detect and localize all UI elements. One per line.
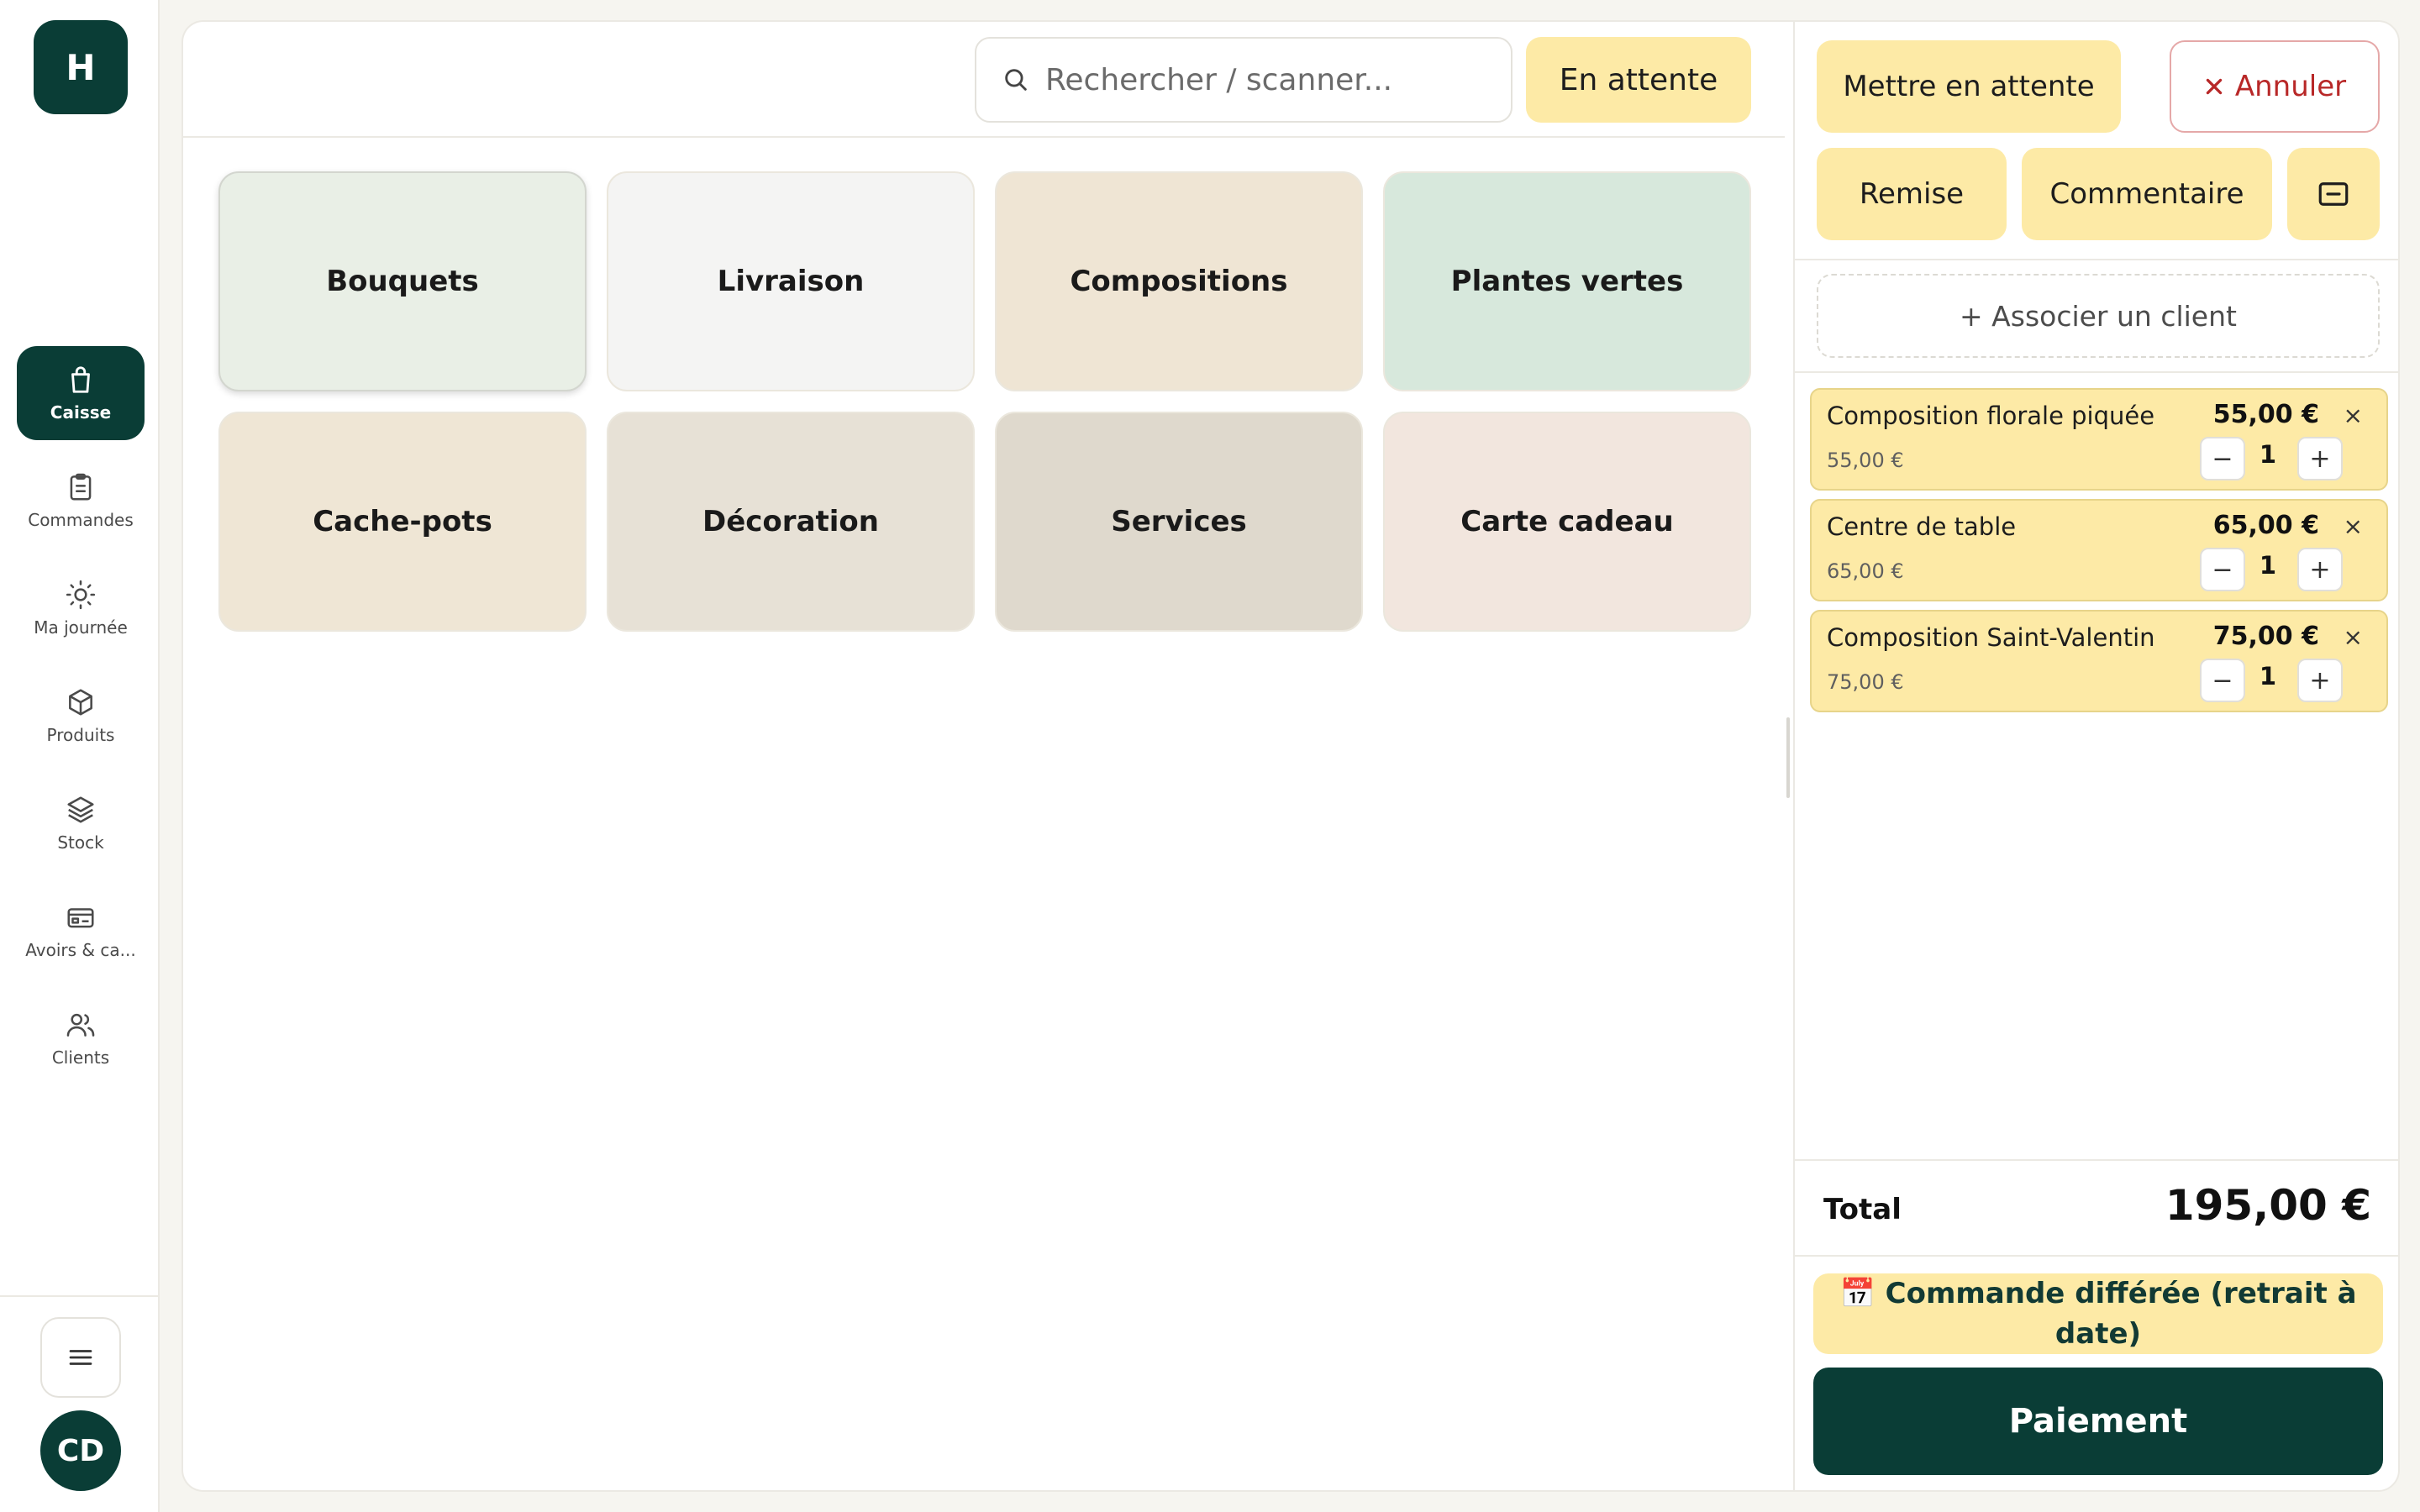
panel-resize-handle[interactable]	[1786, 717, 1790, 798]
associate-client-button[interactable]: + Associer un client	[1817, 274, 2380, 358]
payment-button[interactable]: Paiement	[1813, 1368, 2383, 1475]
sidebar: H Caisse Commandes Ma journée Produits S…	[0, 0, 160, 1512]
cart-divider	[1795, 371, 2398, 373]
minus-box-icon	[2318, 182, 2349, 206]
cart-line-item: Composition Saint-Valentin 75,00 € × 75,…	[1810, 610, 2388, 712]
box-icon	[69, 689, 92, 716]
decrease-qty-button[interactable]: −	[2200, 659, 2245, 702]
app-logo[interactable]: H	[34, 20, 128, 114]
menu-button[interactable]	[40, 1317, 121, 1398]
card-icon	[67, 908, 94, 928]
users-icon	[66, 1013, 95, 1037]
user-avatar[interactable]: CD	[40, 1410, 121, 1491]
item-total: 55,00 €	[2212, 400, 2319, 429]
hamburger-icon	[69, 1350, 92, 1365]
header-divider	[183, 136, 1785, 138]
sidebar-item-produits[interactable]: Produits	[17, 669, 145, 763]
item-name: Centre de table	[1827, 512, 2017, 541]
cart-line-item: Centre de table 65,00 € × 65,00 € − 1 +	[1810, 499, 2388, 601]
category-tile-bouquets[interactable]: Bouquets	[218, 171, 587, 391]
product-panel: En attente Bouquets Livraison Compositio…	[182, 20, 1793, 1492]
sidebar-divider	[0, 1295, 160, 1297]
shopping-bag-icon	[71, 366, 90, 393]
close-icon	[2206, 78, 2223, 95]
cart-line-item: Composition florale piquée 55,00 € × 55,…	[1810, 388, 2388, 491]
item-quantity: 1	[2259, 440, 2277, 469]
cart-panel: Mettre en attente Annuler Remise Comment…	[1793, 20, 2400, 1492]
total-label: Total	[1823, 1193, 1902, 1226]
sidebar-item-commandes[interactable]: Commandes	[17, 454, 145, 548]
sidebar-item-label: Commandes	[28, 510, 134, 530]
sidebar-item-clients[interactable]: Clients	[17, 991, 145, 1085]
decrease-qty-button[interactable]: −	[2200, 548, 2245, 591]
comment-button[interactable]: Commentaire	[2022, 148, 2272, 240]
sidebar-item-label: Stock	[57, 832, 104, 853]
increase-qty-button[interactable]: +	[2297, 437, 2343, 480]
sidebar-item-stock[interactable]: Stock	[17, 776, 145, 870]
sidebar-item-caisse[interactable]: Caisse	[17, 346, 145, 440]
total-value: 195,00 €	[2165, 1181, 2371, 1230]
cart-divider	[1795, 259, 2398, 260]
sidebar-item-label: Produits	[46, 725, 115, 745]
cash-drawer-button[interactable]	[2287, 148, 2380, 240]
category-tile-services[interactable]: Services	[995, 412, 1363, 632]
item-name: Composition Saint-Valentin	[1827, 623, 2155, 652]
item-name: Composition florale piquée	[1827, 402, 2155, 430]
cancel-label: Annuler	[2234, 70, 2347, 103]
item-unit-price: 55,00 €	[1827, 449, 1904, 472]
cart-divider	[1795, 1159, 2398, 1161]
search-icon	[1005, 69, 1027, 91]
clipboard-icon	[70, 473, 92, 501]
sidebar-item-label: Clients	[51, 1047, 110, 1068]
sidebar-item-avoirs[interactable]: Avoirs & ca...	[17, 884, 145, 978]
category-tile-cache-pots[interactable]: Cache-pots	[218, 412, 587, 632]
remove-item-button[interactable]: ×	[2344, 402, 2363, 429]
search-input[interactable]	[1045, 62, 1482, 97]
category-tile-decoration[interactable]: Décoration	[607, 412, 975, 632]
cart-divider	[1795, 1255, 2398, 1257]
sidebar-item-label: Avoirs & ca...	[25, 940, 136, 960]
sidebar-item-label: Ma journée	[34, 617, 128, 638]
item-unit-price: 65,00 €	[1827, 559, 1904, 583]
waiting-orders-button[interactable]: En attente	[1526, 37, 1751, 123]
category-tile-plantes-vertes[interactable]: Plantes vertes	[1383, 171, 1751, 391]
sidebar-item-label: Caisse	[50, 402, 112, 423]
item-total: 75,00 €	[2212, 622, 2319, 651]
remove-item-button[interactable]: ×	[2344, 512, 2363, 540]
deferred-order-button[interactable]: 📅 Commande différée (retrait à date)	[1813, 1273, 2383, 1354]
item-unit-price: 75,00 €	[1827, 670, 1904, 694]
item-quantity: 1	[2259, 551, 2277, 580]
item-quantity: 1	[2259, 662, 2277, 690]
category-tile-carte-cadeau[interactable]: Carte cadeau	[1383, 412, 1751, 632]
layers-icon	[67, 796, 94, 823]
increase-qty-button[interactable]: +	[2297, 548, 2343, 591]
item-total: 65,00 €	[2212, 511, 2319, 540]
sun-icon	[66, 580, 96, 610]
discount-button[interactable]: Remise	[1817, 148, 2007, 240]
remove-item-button[interactable]: ×	[2344, 623, 2363, 651]
cancel-order-button[interactable]: Annuler	[2170, 40, 2380, 133]
decrease-qty-button[interactable]: −	[2200, 437, 2245, 480]
category-tile-compositions[interactable]: Compositions	[995, 171, 1363, 391]
category-tile-livraison[interactable]: Livraison	[607, 171, 975, 391]
hold-order-button[interactable]: Mettre en attente	[1817, 40, 2121, 133]
increase-qty-button[interactable]: +	[2297, 659, 2343, 702]
sidebar-item-ma-journee[interactable]: Ma journée	[17, 561, 145, 655]
search-box[interactable]	[975, 37, 1512, 123]
